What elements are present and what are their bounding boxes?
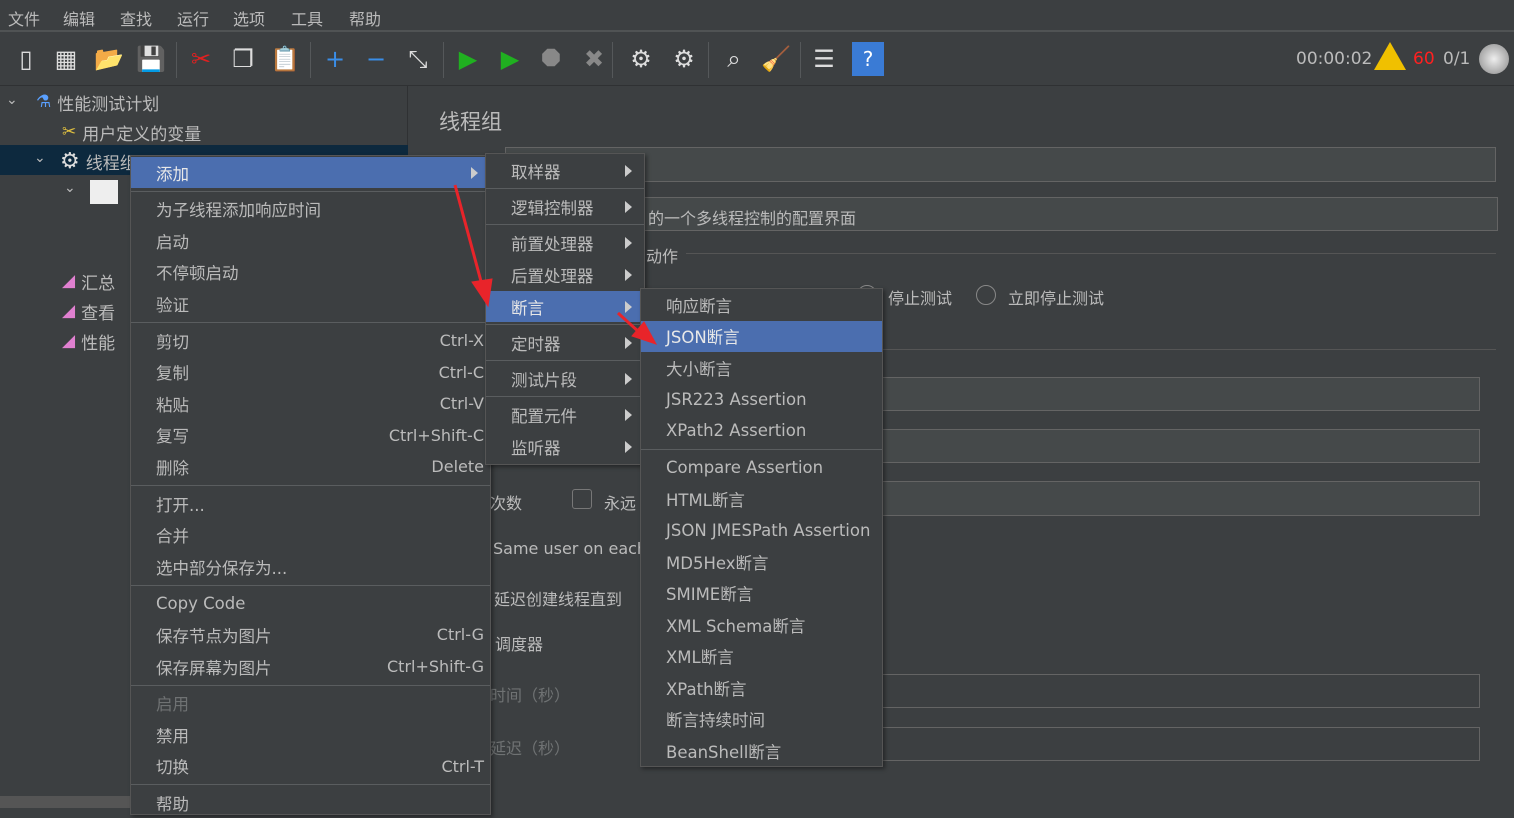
- red-arrow-1: [453, 184, 484, 286]
- annotation-arrows: [453, 184, 658, 345]
- red-arrow-2-head: [631, 321, 658, 345]
- red-arrow-1-head: [471, 278, 493, 308]
